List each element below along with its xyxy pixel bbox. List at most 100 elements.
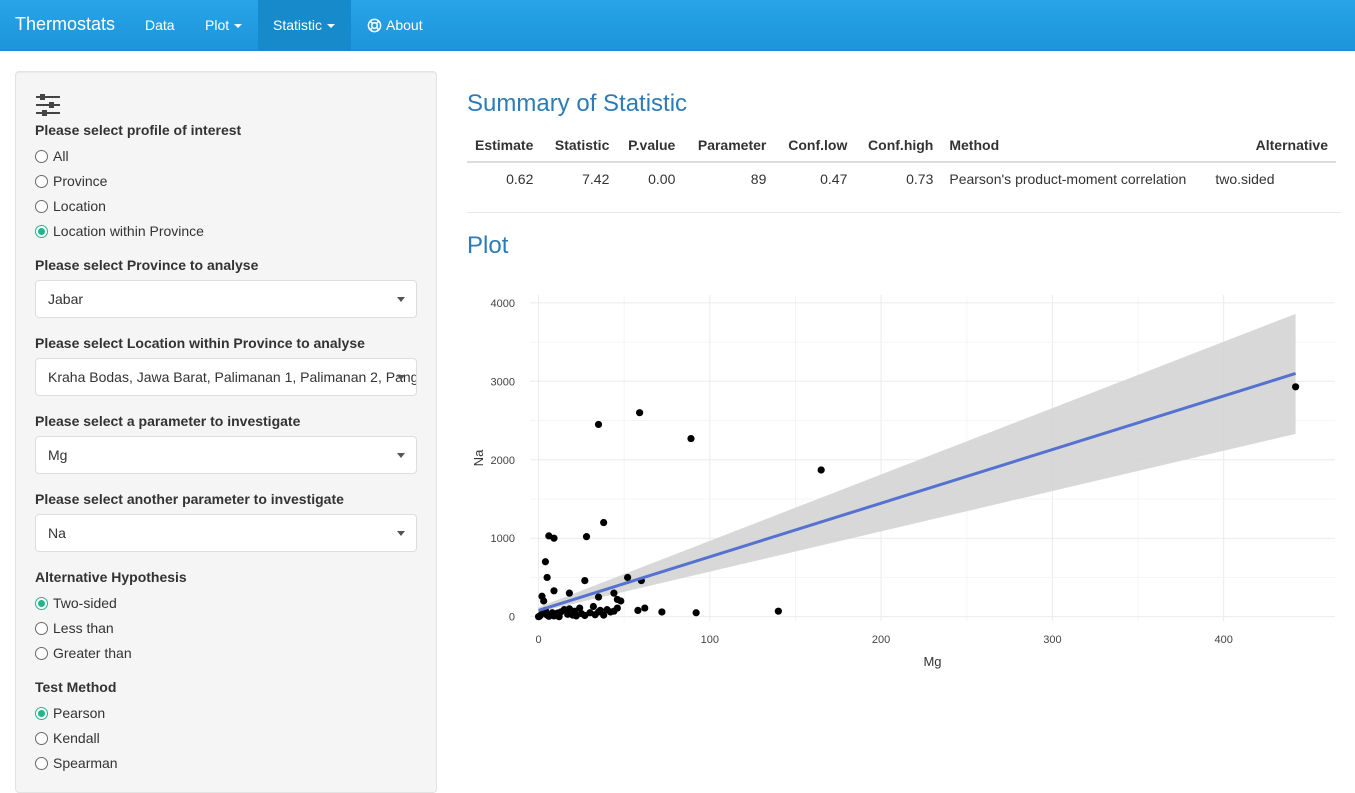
radio-circle[interactable] — [35, 756, 48, 770]
cell-conf-low: 0.47 — [820, 171, 848, 187]
nav-about-label: About — [386, 17, 423, 33]
app-brand[interactable]: Thermostats — [15, 14, 115, 35]
sidebar-panel: Please select profile of interest All Pr… — [15, 71, 437, 793]
data-point — [692, 609, 700, 617]
radio-profile-province[interactable]: Province — [35, 171, 107, 191]
data-point — [541, 558, 550, 566]
nav-plot-label: Plot — [205, 17, 230, 33]
cell-conf-high: 0.73 — [906, 171, 934, 187]
radio-alt-less[interactable]: Less than — [35, 618, 114, 638]
scatter-plot: 0 100 200 300 40001000200030004000 Mg Na — [471, 295, 1335, 669]
y-tick-label: 4000 — [491, 298, 515, 310]
x-axis-label: Mg — [923, 654, 941, 669]
radio-method-spearman[interactable]: Spearman — [35, 753, 118, 773]
x-tick-label: 100 — [701, 634, 719, 646]
data-point — [581, 576, 589, 585]
radio-alt-two-sided[interactable]: Two-sided — [35, 593, 117, 613]
radio-label: Greater than — [53, 645, 132, 661]
nav-statistic[interactable]: Statistic — [258, 0, 351, 50]
province-select-value: Jabar — [48, 291, 84, 307]
data-point — [658, 608, 666, 616]
radio-circle[interactable] — [35, 199, 48, 213]
radio-label: Location — [53, 198, 106, 214]
table-row: 0.62 7.42 0.00 89 0.47 0.73 Pearson's pr… — [467, 162, 1336, 195]
param2-select[interactable]: Na — [35, 514, 417, 552]
nav-data-label: Data — [145, 17, 175, 33]
param1-label: Please select a parameter to investigate — [35, 413, 301, 429]
radio-circle-checked[interactable] — [35, 706, 48, 720]
data-point — [540, 597, 548, 605]
nav-statistic-label: Statistic — [273, 17, 323, 33]
profile-label: Please select profile of interest — [35, 122, 242, 138]
divider — [467, 212, 1341, 213]
data-point — [550, 534, 558, 542]
nav-about[interactable]: About — [367, 0, 423, 50]
y-tick-label: 3000 — [491, 376, 515, 388]
y-axis-label: Na — [471, 449, 486, 466]
radio-alt-greater[interactable]: Greater than — [35, 643, 132, 663]
cell-alternative: two.sided — [1215, 171, 1275, 187]
radio-method-pearson[interactable]: Pearson — [35, 703, 105, 723]
data-point — [687, 434, 695, 443]
radio-method-kendall[interactable]: Kendall — [35, 728, 100, 748]
col-estimate: Estimate — [467, 128, 542, 163]
data-point — [582, 533, 591, 541]
data-point — [565, 589, 573, 597]
radio-circle[interactable] — [35, 731, 48, 745]
location-select[interactable]: Kraha Bodas, Jawa Barat, Palimanan 1, Pa… — [35, 358, 417, 396]
radio-circle[interactable] — [35, 646, 48, 660]
radio-label: Pearson — [53, 705, 106, 721]
cell-pvalue: 0.00 — [648, 171, 676, 187]
data-point — [774, 607, 782, 615]
data-point — [624, 573, 632, 582]
summary-table: Estimate Statistic P.value Parameter Con… — [467, 128, 1336, 195]
caret-down-icon — [327, 24, 336, 29]
radio-circle[interactable] — [35, 621, 48, 635]
data-point — [610, 589, 618, 597]
radio-profile-location-within-province[interactable]: Location within Province — [35, 221, 204, 241]
chevron-down-icon — [397, 375, 405, 380]
test-method-label: Test Method — [35, 679, 117, 695]
nav-plot[interactable]: Plot — [190, 0, 257, 50]
y-tick-label: 0 — [509, 612, 515, 624]
province-label: Please select Province to analyse — [35, 257, 259, 273]
chevron-down-icon — [397, 453, 405, 458]
alt-hypothesis-label: Alternative Hypothesis — [35, 569, 187, 585]
col-pvalue: P.value — [617, 128, 684, 163]
caret-down-icon — [234, 24, 243, 29]
data-point — [817, 466, 825, 474]
table-header-row: Estimate Statistic P.value Parameter Con… — [467, 128, 1336, 163]
data-point — [589, 602, 597, 611]
radio-label: Two-sided — [53, 595, 117, 611]
data-point — [613, 604, 621, 612]
radio-circle-checked[interactable] — [35, 596, 48, 610]
radio-label: All — [53, 148, 69, 164]
col-method: Method — [941, 128, 1208, 163]
nav-data[interactable]: Data — [130, 0, 190, 50]
param2-label: Please select another parameter to inves… — [35, 491, 344, 507]
radio-profile-location[interactable]: Location — [35, 196, 106, 216]
sliders-icon — [36, 94, 60, 116]
navbar: Thermostats Data Plot Statistic About — [0, 0, 1355, 51]
radio-label: Province — [53, 173, 108, 189]
chevron-down-icon — [397, 531, 405, 536]
confidence-band — [538, 313, 1296, 612]
data-point — [600, 518, 608, 527]
radio-profile-all[interactable]: All — [35, 146, 69, 166]
radio-label: Spearman — [53, 755, 118, 771]
param1-select[interactable]: Mg — [35, 436, 417, 474]
col-statistic: Statistic — [541, 128, 618, 163]
data-point — [543, 573, 551, 582]
radio-circle[interactable] — [35, 174, 48, 188]
province-select[interactable]: Jabar — [35, 280, 417, 318]
radio-circle[interactable] — [35, 149, 48, 163]
cell-statistic: 7.42 — [582, 171, 610, 187]
data-point — [636, 409, 644, 417]
radio-circle-checked[interactable] — [35, 224, 48, 238]
radio-label: Less than — [53, 620, 114, 636]
data-point — [594, 593, 603, 601]
x-tick-label: 0 — [536, 634, 542, 646]
data-point — [594, 420, 603, 429]
data-point — [550, 587, 558, 595]
y-tick-label: 2000 — [491, 455, 515, 467]
